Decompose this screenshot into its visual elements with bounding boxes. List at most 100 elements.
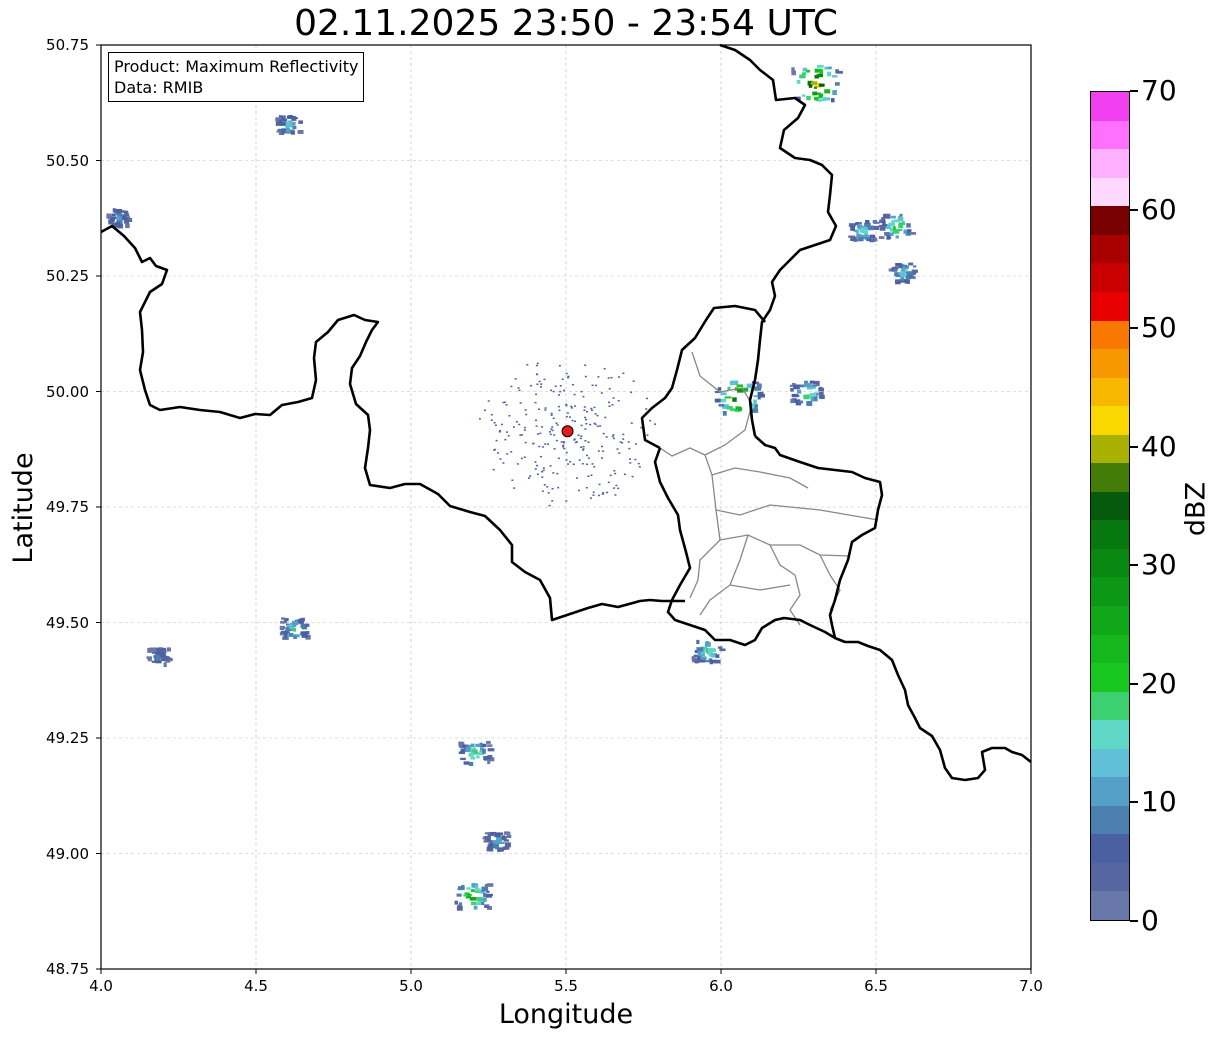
echo-pixel	[163, 656, 170, 661]
echo-pixel	[806, 96, 811, 101]
clutter-pixel	[584, 375, 587, 378]
clutter-pixel	[631, 475, 634, 478]
clutter-pixel	[550, 412, 553, 415]
echo-pixel	[294, 116, 298, 120]
clutter-pixel	[587, 475, 590, 477]
clutter-pixel	[645, 397, 648, 400]
echo-pixel	[888, 236, 892, 239]
colorbar-tick-label: 30	[1141, 548, 1177, 582]
colorbar-tick-label: 10	[1141, 785, 1177, 819]
echo-pixel	[454, 900, 458, 905]
echo-pixel	[909, 232, 917, 235]
clutter-pixel	[562, 441, 565, 444]
clutter-pixel	[603, 367, 606, 370]
clutter-pixel	[542, 446, 545, 448]
echo-pixel	[890, 215, 896, 219]
clutter-pixel	[580, 390, 583, 393]
clutter-pixel	[598, 483, 601, 486]
clutter-pixel	[569, 460, 572, 463]
clutter-pixel	[549, 465, 552, 467]
clutter-pixel	[559, 385, 562, 387]
clutter-pixel	[607, 377, 610, 379]
colorbar-tick-mark	[1130, 90, 1138, 92]
data-source-label: Data: RMIB	[114, 78, 204, 97]
echo-pixel	[278, 115, 283, 118]
echo-pixel	[753, 399, 757, 404]
clutter-pixel	[541, 476, 544, 478]
clutter-pixel	[593, 466, 596, 468]
clutter-pixel	[589, 497, 592, 499]
clutter-pixel	[592, 494, 595, 496]
radar-map[interactable]	[0, 0, 1219, 1040]
clutter-pixel	[536, 464, 539, 467]
clutter-pixel	[649, 419, 652, 422]
echo-pixel	[754, 404, 759, 407]
clutter-pixel	[593, 422, 596, 425]
echo-pixel	[155, 655, 160, 659]
echo-pixel	[898, 222, 906, 226]
clutter-pixel	[510, 451, 513, 453]
colorbar-segment	[1091, 434, 1129, 464]
echo-pixel	[466, 887, 471, 890]
clutter-pixel	[487, 400, 490, 402]
echo-pixel	[738, 407, 743, 411]
clutter-pixel	[497, 452, 500, 454]
echo-pixel	[502, 846, 507, 851]
clutter-pixel	[548, 431, 551, 433]
clutter-pixel	[505, 431, 508, 433]
colorbar-label: dBZ	[1180, 481, 1212, 537]
colorbar-tick-mark	[1130, 327, 1138, 330]
echo-pixel	[292, 627, 297, 632]
clutter-pixel	[550, 389, 553, 392]
colorbar-segment	[1091, 834, 1129, 863]
clutter-pixel	[490, 413, 493, 416]
clutter-pixel	[638, 466, 641, 468]
echo-pixel	[123, 217, 129, 220]
echo-pixel	[280, 621, 286, 624]
echo-pixel	[720, 392, 727, 396]
echo-pixel	[483, 758, 488, 761]
clutter-pixel	[613, 437, 616, 440]
clutter-pixel	[593, 406, 596, 409]
echo-pixel	[819, 391, 824, 395]
clutter-pixel	[554, 385, 557, 388]
clutter-pixel	[519, 434, 522, 436]
clutter-pixel	[595, 384, 598, 387]
clutter-pixel	[546, 486, 549, 488]
echo-pixel	[753, 395, 759, 398]
x-tick-label: 5.5	[554, 977, 578, 995]
clutter-pixel	[614, 494, 617, 496]
echo-pixel	[719, 648, 726, 652]
radar-site-marker[interactable]	[561, 425, 574, 438]
echo-pixel	[906, 271, 914, 276]
clutter-pixel	[615, 484, 618, 487]
colorbar-tick-mark	[1130, 445, 1138, 448]
clutter-pixel	[534, 461, 537, 463]
echo-pixel	[696, 647, 704, 652]
echo-pixel	[799, 74, 806, 79]
clutter-pixel	[565, 451, 568, 454]
echo-pixel	[717, 646, 723, 649]
clutter-pixel	[575, 477, 578, 479]
echo-pixel	[487, 744, 493, 747]
clutter-pixel	[654, 423, 657, 425]
clutter-pixel	[630, 391, 633, 394]
colorbar-tick-mark	[1130, 682, 1138, 685]
colorbar-tick-label: 20	[1141, 666, 1177, 700]
clutter-pixel	[551, 500, 554, 502]
echo-pixel	[487, 759, 491, 765]
echo-pixel	[300, 619, 304, 624]
echo-pixel	[708, 647, 715, 653]
clutter-pixel	[543, 378, 546, 381]
clutter-pixel	[628, 458, 631, 460]
colorbar-segment	[1091, 349, 1129, 378]
clutter-pixel	[558, 394, 561, 396]
clutter-pixel	[573, 393, 576, 396]
echo-pixel	[898, 272, 903, 275]
echo-pixel	[893, 219, 900, 223]
echo-pixel	[468, 761, 474, 766]
clutter-pixel	[544, 407, 547, 409]
colorbar-tick-label: 40	[1141, 429, 1177, 463]
clutter-pixel	[584, 440, 587, 442]
echo-pixel	[894, 279, 900, 283]
